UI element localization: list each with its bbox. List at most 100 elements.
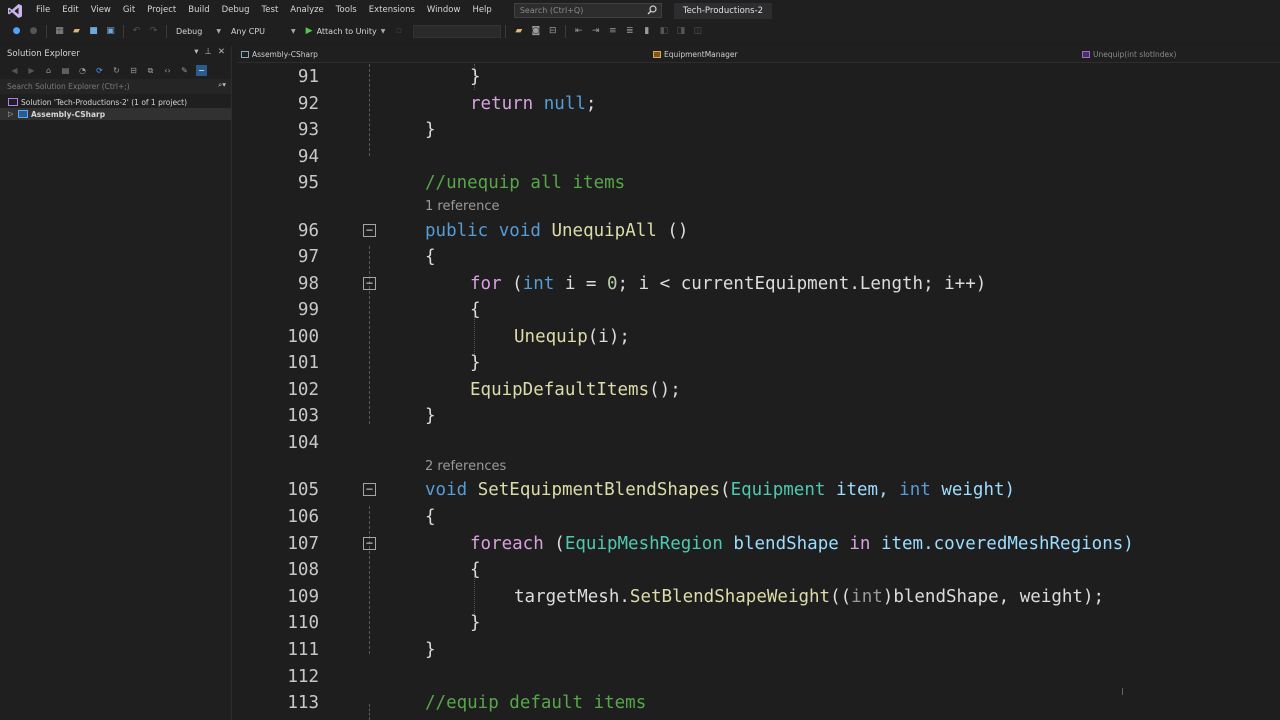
codelens-references[interactable]: 1 reference bbox=[425, 199, 499, 214]
code-text: foreach (EquipMeshRegion blendShape in i… bbox=[470, 531, 1134, 557]
attach-label: Attach to Unity bbox=[316, 26, 377, 36]
visual-studio-logo-icon bbox=[0, 0, 30, 21]
code-text: targetMesh.SetBlendShapeWeight((int)blen… bbox=[514, 584, 1104, 610]
code-text-area[interactable]: 91 } 92 return null; 93 } 94 95 //unequi… bbox=[237, 64, 1280, 720]
back-icon[interactable]: ◀ bbox=[9, 65, 20, 76]
menu-analyze[interactable]: Analyze bbox=[284, 0, 330, 21]
open-file-icon[interactable]: ▰ bbox=[70, 25, 83, 38]
comment-icon[interactable]: ≡ bbox=[606, 25, 619, 38]
brace: { bbox=[425, 247, 436, 267]
code-text: //unequip all items bbox=[425, 170, 625, 196]
menu-edit[interactable]: Edit bbox=[56, 0, 84, 21]
menu-debug[interactable]: Debug bbox=[216, 0, 256, 21]
save-all-icon[interactable]: ▣ bbox=[104, 25, 117, 38]
menu-window[interactable]: Window bbox=[421, 0, 467, 21]
menu-extensions[interactable]: Extensions bbox=[363, 0, 421, 21]
undo-icon[interactable]: ↶ bbox=[130, 25, 143, 38]
solution-icon bbox=[8, 98, 18, 106]
home-icon[interactable]: ⌂ bbox=[43, 65, 54, 76]
class-icon bbox=[653, 51, 661, 58]
attach-disabled-icon: ▫ bbox=[395, 26, 402, 36]
bookmark-prev-icon[interactable]: ◧ bbox=[657, 25, 670, 38]
code-token: (); bbox=[649, 380, 681, 400]
navigate-back-icon[interactable]: ● bbox=[10, 25, 23, 38]
brace: { bbox=[470, 300, 481, 320]
folder-icon[interactable]: ▰ bbox=[512, 25, 525, 38]
class-dropdown[interactable]: EquipmentManager bbox=[653, 50, 738, 59]
pin-icon[interactable]: ⊥ bbox=[204, 47, 211, 57]
sync-icon[interactable]: ⟳ bbox=[94, 65, 105, 76]
solution-explorer-header: Solution Explorer ▾ ⊥ ✕ bbox=[0, 46, 231, 62]
configuration-dropdown[interactable]: Debug ▼ bbox=[171, 24, 226, 38]
redo-icon[interactable]: ↷ bbox=[147, 25, 160, 38]
menu-tools[interactable]: Tools bbox=[330, 0, 363, 21]
bookmark-next-icon[interactable]: ◨ bbox=[674, 25, 687, 38]
punct-token: ; bbox=[585, 94, 597, 114]
keyword-token: in bbox=[849, 534, 871, 554]
menu-test[interactable]: Test bbox=[256, 0, 285, 21]
solution-explorer-panel: Solution Explorer ▾ ⊥ ✕ ◀ ▶ ⌂ ▤ ◔ ⟳ ↻ ⊟ … bbox=[0, 46, 232, 720]
expand-arrow-icon[interactable]: ▷ bbox=[8, 110, 18, 118]
navigate-forward-icon[interactable]: ● bbox=[27, 25, 40, 38]
platform-dropdown[interactable]: Any CPU ▼ bbox=[226, 24, 301, 38]
tree-item-project[interactable]: ▷ Assembly-CSharp bbox=[0, 108, 231, 120]
indent-icon[interactable]: ⇤ bbox=[572, 25, 585, 38]
uncomment-icon[interactable]: ≣ bbox=[623, 25, 636, 38]
collapse-region-button[interactable]: − bbox=[363, 224, 376, 237]
collapse-region-button[interactable]: − bbox=[363, 483, 376, 496]
code-text: { bbox=[425, 504, 436, 530]
startup-item-dropdown[interactable] bbox=[413, 24, 502, 38]
project-dropdown[interactable]: Assembly-CSharp bbox=[241, 50, 318, 59]
code-line: 99 { bbox=[237, 297, 1280, 323]
bookmark-icon[interactable]: ▮ bbox=[640, 25, 653, 38]
switch-views-icon[interactable]: ▤ bbox=[60, 65, 71, 76]
code-text: } bbox=[425, 117, 436, 143]
line-number: 95 bbox=[297, 173, 319, 193]
solution-explorer-search-input[interactable]: Search Solution Explorer (Ctrl+;) ⌕▾ bbox=[0, 79, 231, 94]
menu-git[interactable]: Git bbox=[117, 0, 141, 21]
menu-project[interactable]: Project bbox=[141, 0, 182, 21]
save-icon[interactable]: ■ bbox=[87, 25, 100, 38]
properties-icon[interactable]: ✎ bbox=[179, 65, 190, 76]
menu-build[interactable]: Build bbox=[182, 0, 215, 21]
collapse-all-icon[interactable]: ⊟ bbox=[128, 65, 139, 76]
type-token: Equipment bbox=[730, 480, 826, 500]
tree-item-solution[interactable]: Solution 'Tech-Productions-2' (1 of 1 pr… bbox=[0, 96, 231, 108]
code-text: Unequip(i); bbox=[514, 324, 630, 350]
bookmark-clear-icon[interactable]: ◫ bbox=[691, 25, 704, 38]
punct-token: ( bbox=[543, 534, 565, 554]
code-line: 96 − public void UnequipAll () bbox=[237, 218, 1280, 244]
line-number: 105 bbox=[287, 480, 319, 500]
member-dropdown[interactable]: Unequip(int slotIndex) bbox=[1082, 50, 1176, 59]
pending-changes-icon[interactable]: ◔ bbox=[77, 65, 88, 76]
forward-icon[interactable]: ▶ bbox=[26, 65, 37, 76]
panel-options-icon[interactable]: ▾ bbox=[194, 47, 198, 57]
code-token: )blendShape, weight); bbox=[882, 587, 1105, 607]
find-icon[interactable]: ⊟ bbox=[546, 25, 559, 38]
collapse-region-button[interactable]: − bbox=[363, 277, 376, 290]
show-all-files-icon[interactable]: ⧉ bbox=[145, 65, 156, 76]
preview-icon[interactable]: − bbox=[196, 65, 207, 76]
collapse-region-button[interactable]: − bbox=[363, 537, 376, 550]
refresh-icon[interactable]: ↻ bbox=[111, 65, 122, 76]
outdent-icon[interactable]: ⇥ bbox=[589, 25, 602, 38]
view-code-icon[interactable]: ‹› bbox=[162, 65, 173, 76]
codelens-references[interactable]: 2 references bbox=[425, 459, 506, 474]
menu-view[interactable]: View bbox=[85, 0, 117, 21]
punct-token: () bbox=[656, 221, 689, 241]
solution-explorer-toolbar: ◀ ▶ ⌂ ▤ ◔ ⟳ ↻ ⊟ ⧉ ‹› ✎ − bbox=[0, 62, 231, 79]
global-search-input[interactable]: Search (Ctrl+Q) bbox=[513, 3, 662, 18]
code-text: void SetEquipmentBlendShapes(Equipment i… bbox=[425, 477, 1015, 503]
screenshot-icon[interactable]: ◙ bbox=[529, 25, 542, 38]
close-icon[interactable]: ✕ bbox=[218, 47, 225, 57]
code-line: 105 − void SetEquipmentBlendShapes(Equip… bbox=[237, 477, 1280, 503]
attach-to-unity-button[interactable]: ▶ Attach to Unity ▼ bbox=[301, 26, 391, 36]
keyword-token: int bbox=[522, 274, 555, 294]
line-number: 113 bbox=[287, 693, 319, 713]
menu-help[interactable]: Help bbox=[466, 0, 497, 21]
comment-token: //equip default items bbox=[425, 693, 647, 713]
menu-file[interactable]: File bbox=[30, 0, 56, 21]
new-project-icon[interactable]: ▦ bbox=[53, 25, 66, 38]
line-number: 94 bbox=[297, 147, 319, 167]
line-number: 96 bbox=[297, 221, 319, 241]
